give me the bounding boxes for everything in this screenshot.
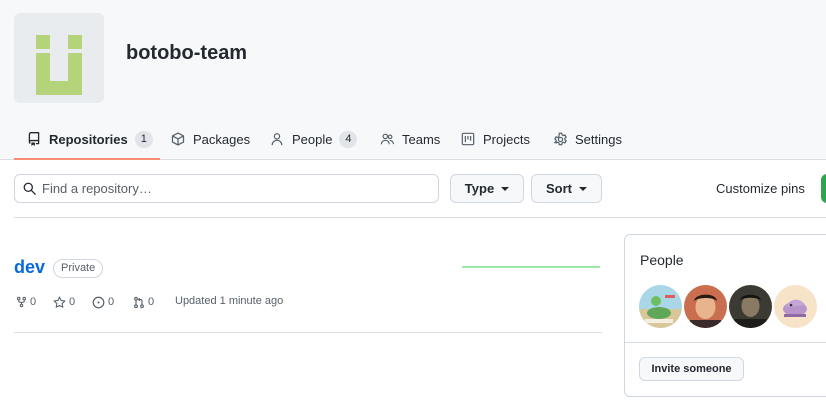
updated-timestamp: Updated 1 minute ago — [175, 295, 284, 307]
people-icon — [379, 131, 395, 147]
tab-settings-label: Settings — [575, 131, 622, 147]
people-count: 4 — [339, 130, 358, 148]
customize-pins-link[interactable]: Customize pins — [716, 181, 805, 196]
fork-icon — [16, 296, 27, 308]
stars-count[interactable]: 0 — [53, 294, 75, 310]
tab-repositories[interactable]: Repositories 1 — [26, 118, 153, 160]
selected-tab-indicator — [14, 158, 160, 160]
repo-icon — [26, 131, 42, 147]
tab-projects-label: Projects — [483, 131, 530, 147]
tab-teams-label: Teams — [402, 131, 441, 147]
star-icon — [53, 296, 66, 308]
issues-value: 0 — [108, 296, 115, 308]
repo-list-divider — [14, 332, 602, 333]
visibility-badge: Private — [53, 259, 104, 278]
sort-button[interactable]: Sort — [531, 174, 602, 203]
tab-packages[interactable]: Packages — [170, 118, 250, 160]
chevron-down-icon — [579, 186, 587, 191]
people-panel: People Invite someone — [624, 234, 826, 397]
org-name: botobo-team — [126, 42, 248, 64]
person-icon — [269, 131, 285, 147]
pull-requests-value: 0 — [148, 296, 155, 308]
repositories-count: 1 — [134, 130, 153, 148]
package-icon — [170, 131, 186, 147]
chevron-down-icon — [501, 186, 510, 191]
tab-packages-label: Packages — [193, 131, 251, 147]
new-repository-button[interactable] — [821, 174, 826, 203]
member-avatar[interactable] — [774, 285, 817, 328]
tab-teams[interactable]: Teams — [379, 118, 440, 160]
activity-sparkline — [462, 266, 600, 268]
people-panel-divider — [625, 342, 826, 343]
toolbar-divider — [14, 217, 826, 218]
forks-value: 0 — [30, 296, 37, 308]
issues-count[interactable]: 0 — [92, 294, 114, 310]
member-avatar[interactable] — [684, 285, 727, 328]
gear-icon — [552, 131, 568, 147]
tab-settings[interactable]: Settings — [552, 118, 622, 160]
tab-people-label: People — [292, 131, 333, 147]
org-nav-tabs: Repositories 1 Packages People 4 Teams P… — [0, 118, 826, 160]
org-header: botobo-team Repositories 1 Packages Peop… — [0, 0, 826, 160]
sort-label: Sort — [546, 181, 572, 196]
type-filter-label: Type — [464, 181, 495, 196]
tab-repositories-label: Repositories — [49, 131, 128, 147]
pull-request-icon — [134, 296, 144, 308]
search-input[interactable] — [42, 181, 422, 196]
tab-projects[interactable]: Projects — [460, 118, 530, 160]
type-filter-button[interactable]: Type — [450, 174, 524, 203]
repo-name-link[interactable]: dev — [14, 257, 45, 278]
repository-search[interactable] — [14, 174, 439, 203]
pull-requests-count[interactable]: 0 — [133, 294, 154, 310]
project-icon — [460, 131, 476, 147]
people-title: People — [640, 252, 684, 268]
member-avatar[interactable] — [729, 285, 772, 328]
member-avatar[interactable] — [639, 285, 682, 328]
search-icon — [23, 182, 36, 195]
forks-count[interactable]: 0 — [16, 294, 36, 310]
issue-opened-icon — [92, 296, 105, 308]
org-avatar[interactable] — [14, 13, 104, 103]
invite-someone-button[interactable]: Invite someone — [639, 357, 744, 381]
tab-people[interactable]: People 4 — [269, 118, 358, 160]
stars-value: 0 — [69, 296, 76, 308]
